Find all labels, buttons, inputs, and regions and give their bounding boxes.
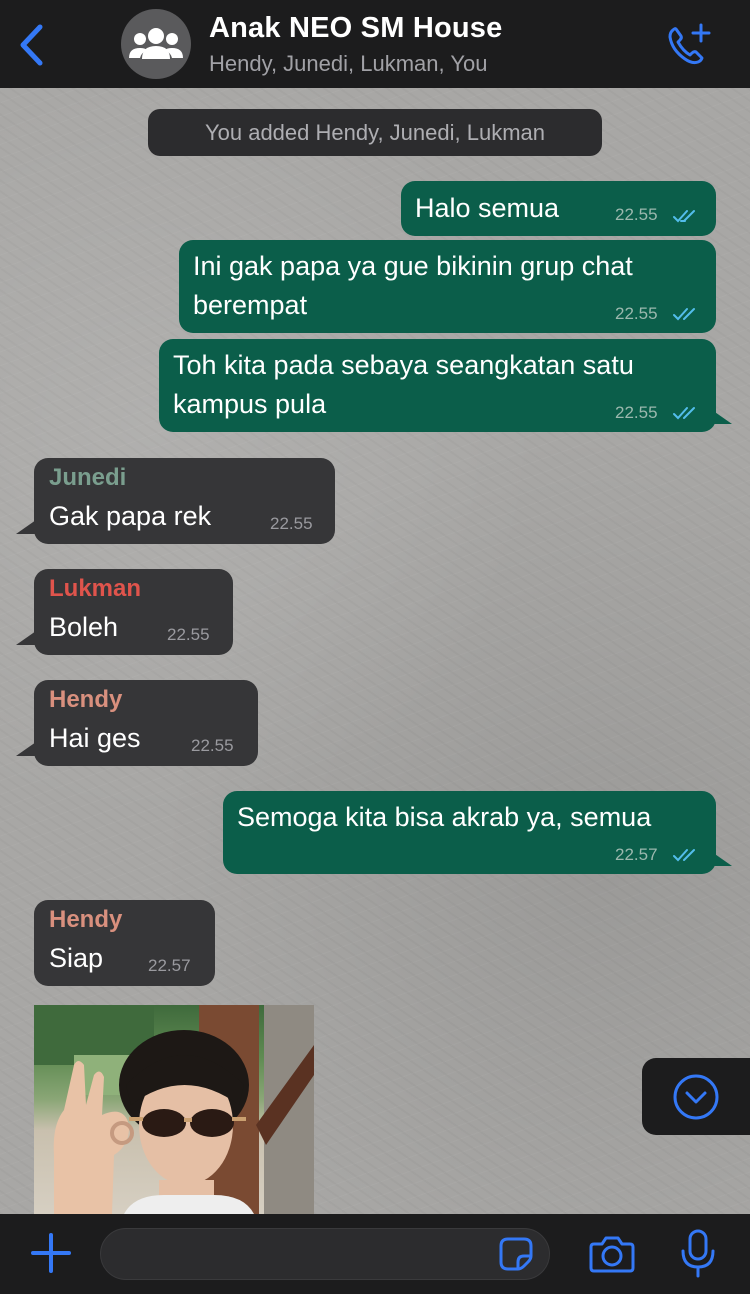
- sticker-image[interactable]: [34, 1005, 314, 1214]
- message-time: 22.55: [191, 736, 234, 755]
- composer-bar: [0, 1214, 750, 1294]
- message-text: berempat: [193, 290, 308, 320]
- message-incoming[interactable]: Junedi Gak papa rek 22.55: [34, 458, 335, 544]
- bubble-tail: [16, 631, 36, 645]
- plus-icon: [31, 1233, 71, 1273]
- photo-sticker: [34, 1005, 314, 1214]
- message-text: Boleh: [49, 612, 119, 642]
- read-receipt-icon: [673, 308, 695, 321]
- message-incoming[interactable]: Hendy Hai ges 22.55: [34, 680, 258, 766]
- message-outgoing[interactable]: Ini gak papa ya gue bikinin grup chat be…: [179, 240, 716, 333]
- add-call-button[interactable]: [663, 20, 713, 68]
- message-outgoing[interactable]: Semoga kita bisa akrab ya, semua 22.57: [223, 791, 716, 874]
- group-avatar[interactable]: [121, 9, 191, 79]
- message-text: Siap: [49, 943, 104, 973]
- read-receipt-icon: [673, 210, 695, 223]
- message-incoming[interactable]: Lukman Boleh 22.55: [34, 569, 233, 655]
- chat-participants[interactable]: Hendy, Junedi, Lukman, You: [209, 51, 487, 77]
- message-text: Hai ges: [49, 723, 141, 753]
- message-time: 22.57: [148, 956, 191, 975]
- bubble-tail: [16, 520, 36, 534]
- read-receipt-icon: [673, 849, 695, 862]
- sticker-button[interactable]: [496, 1234, 536, 1274]
- bubble-tail: [712, 410, 732, 424]
- scroll-to-bottom-button[interactable]: [642, 1058, 750, 1135]
- message-time: 22.55: [270, 514, 313, 533]
- message-text: Gak papa rek: [49, 501, 212, 531]
- message-text: Toh kita pada sebaya seangkatan satu: [173, 350, 634, 380]
- back-button[interactable]: [14, 22, 48, 68]
- message-time: 22.55: [615, 304, 658, 323]
- sender-name[interactable]: Hendy: [49, 686, 122, 714]
- group-icon: [129, 28, 183, 59]
- chevron-left-icon: [20, 24, 43, 66]
- chevron-down-circle-icon: [673, 1074, 719, 1119]
- attach-button[interactable]: [28, 1230, 74, 1276]
- bubble-tail: [16, 742, 36, 756]
- chat-title[interactable]: Anak NEO SM House: [209, 12, 502, 45]
- microphone-button[interactable]: [676, 1228, 720, 1280]
- message-text: Ini gak papa ya gue bikinin grup chat: [193, 251, 633, 281]
- sticker-icon: [499, 1237, 533, 1271]
- message-time: 22.57: [615, 845, 658, 864]
- message-input[interactable]: [100, 1228, 550, 1280]
- message-time: 22.55: [615, 205, 658, 224]
- camera-button[interactable]: [586, 1230, 638, 1278]
- message-text: Semoga kita bisa akrab ya, semua: [237, 802, 652, 832]
- message-outgoing[interactable]: Toh kita pada sebaya seangkatan satu kam…: [159, 339, 716, 432]
- sender-name[interactable]: Hendy: [49, 906, 122, 934]
- message-text: Halo semua: [415, 193, 560, 223]
- camera-icon: [589, 1236, 635, 1273]
- message-time: 22.55: [167, 625, 210, 644]
- message-text: kampus pula: [173, 389, 327, 419]
- phone-plus-icon: [668, 23, 711, 65]
- message-time: 22.55: [615, 403, 658, 422]
- sender-name[interactable]: Junedi: [49, 464, 126, 492]
- message-outgoing[interactable]: Halo semua 22.55: [401, 181, 716, 236]
- microphone-icon: [681, 1229, 715, 1278]
- read-receipt-icon: [673, 407, 695, 420]
- sender-name[interactable]: Lukman: [49, 575, 141, 603]
- bubble-tail: [712, 852, 732, 866]
- message-incoming[interactable]: Hendy Siap 22.57: [34, 900, 215, 986]
- system-message: You added Hendy, Junedi, Lukman: [148, 109, 602, 156]
- chat-header: Anak NEO SM House Hendy, Junedi, Lukman,…: [0, 0, 750, 88]
